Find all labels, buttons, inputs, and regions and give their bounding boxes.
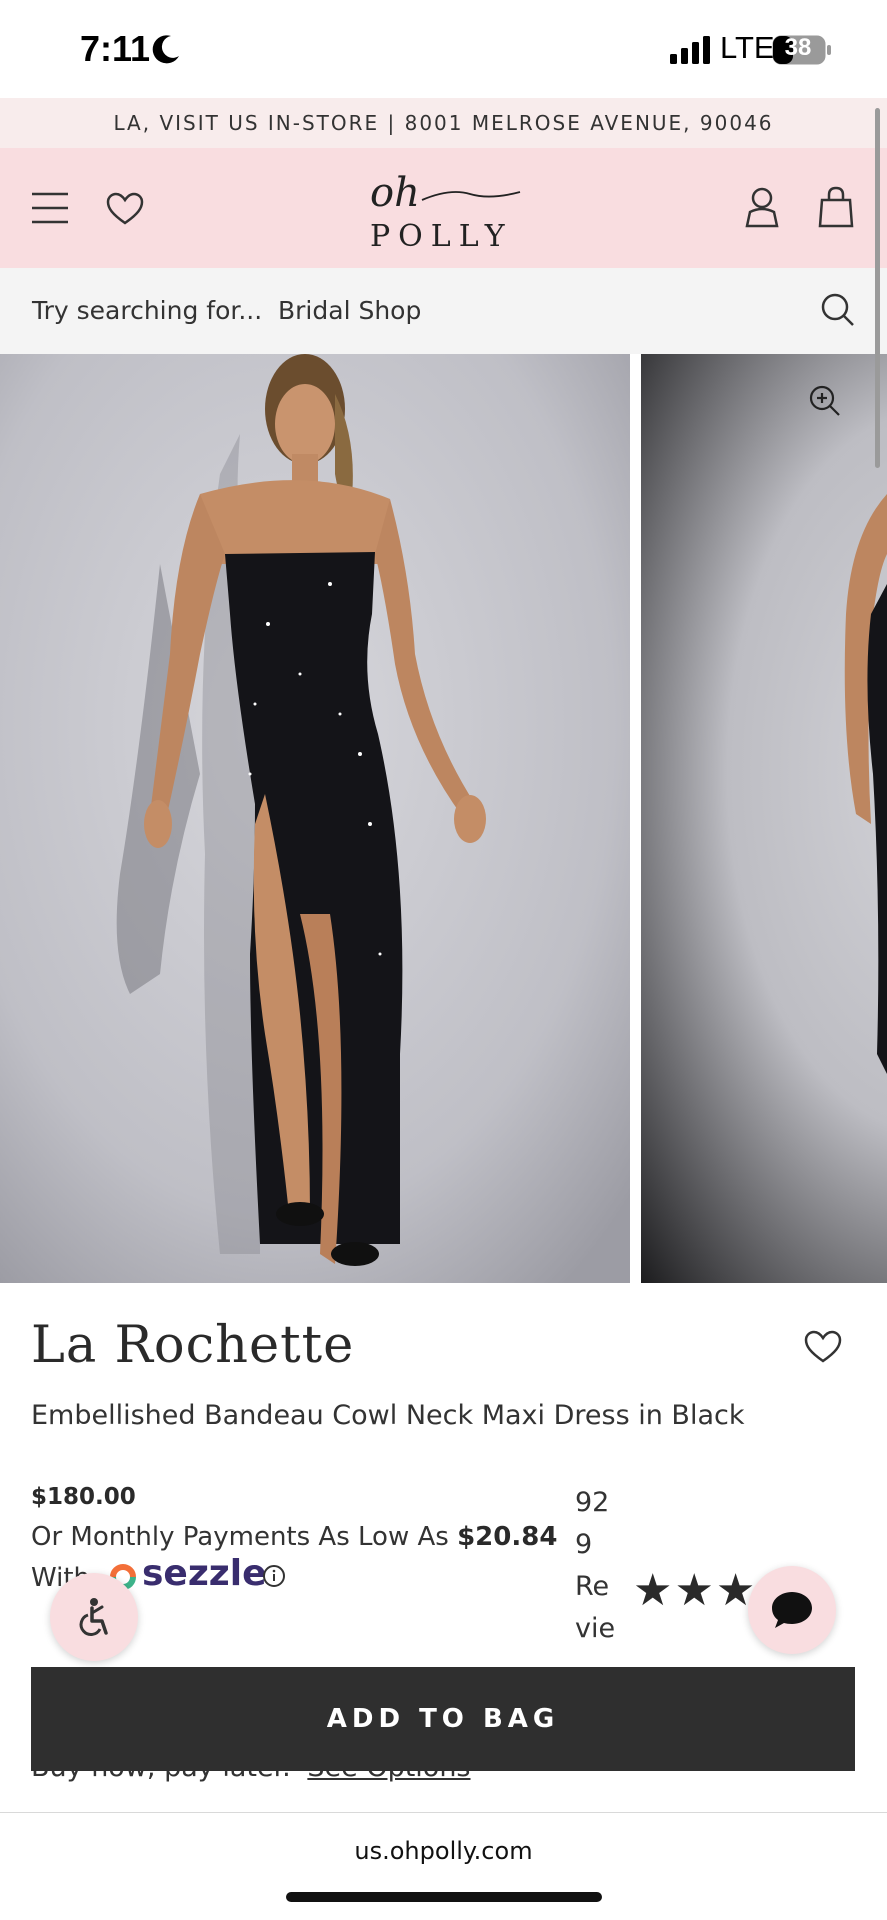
product-description: Embellished Bandeau Cowl Neck Maxi Dress…	[31, 1400, 745, 1431]
review-line: 9	[575, 1529, 593, 1560]
svg-text:POLLY: POLLY	[370, 219, 513, 252]
chat-button[interactable]	[748, 1566, 836, 1654]
product-price: $180.00	[31, 1484, 136, 1510]
page-scrollbar[interactable]	[875, 108, 880, 468]
zoom-icon[interactable]	[808, 384, 842, 418]
add-to-bag-button[interactable]: ADD TO BAG	[31, 1667, 855, 1771]
battery-level: 38	[784, 34, 812, 61]
oh-polly-logo[interactable]: oh POLLY	[360, 170, 530, 252]
browser-url-bar[interactable]	[0, 1813, 887, 1920]
review-line: Re	[575, 1571, 610, 1602]
network-label: LTE	[720, 30, 775, 65]
account-icon[interactable]	[744, 186, 780, 228]
search-placeholder: Try searching for...	[32, 296, 263, 325]
chat-bubble-icon	[772, 1592, 812, 1628]
bag-icon[interactable]	[818, 186, 854, 228]
product-image-main[interactable]	[0, 354, 630, 1283]
review-line: 92	[575, 1487, 610, 1518]
signal-icon	[670, 36, 710, 64]
review-count[interactable]: 92 9 Re vie	[575, 1482, 635, 1650]
menu-icon[interactable]	[30, 190, 70, 226]
home-indicator[interactable]	[286, 1892, 602, 1902]
browser-url[interactable]: us.ohpolly.com	[0, 1837, 887, 1865]
dress-model-partial-illustration	[844, 494, 887, 1074]
accessibility-icon	[79, 1598, 108, 1637]
review-line: vie	[575, 1613, 616, 1644]
monthly-prefix: Or Monthly Payments As Low As	[31, 1522, 449, 1552]
accessibility-button[interactable]	[50, 1573, 138, 1661]
dress-model-illustration	[0, 354, 630, 1283]
store-announcement[interactable]: LA, VISIT US IN-STORE | 8001 MELROSE AVE…	[0, 98, 887, 148]
product-image-next[interactable]	[641, 354, 887, 1283]
status-time: 7:11	[80, 28, 151, 69]
product-name: La Rochette	[31, 1316, 355, 1375]
sezzle-brand[interactable]: sezzle	[142, 1553, 267, 1594]
search-suggestion[interactable]: Bridal Shop	[278, 296, 421, 325]
heart-icon[interactable]	[106, 192, 144, 226]
monthly-amount: $20.84	[457, 1522, 558, 1552]
info-icon[interactable]	[262, 1564, 286, 1588]
rating-stars[interactable]: ★★★	[633, 1565, 757, 1616]
search-icon[interactable]	[820, 292, 856, 328]
moon-icon	[152, 35, 179, 64]
monthly-payment-text: Or Monthly Payments As Low As $20.84	[31, 1522, 557, 1552]
wishlist-heart-icon[interactable]	[804, 1330, 842, 1364]
svg-text:oh: oh	[370, 170, 420, 216]
